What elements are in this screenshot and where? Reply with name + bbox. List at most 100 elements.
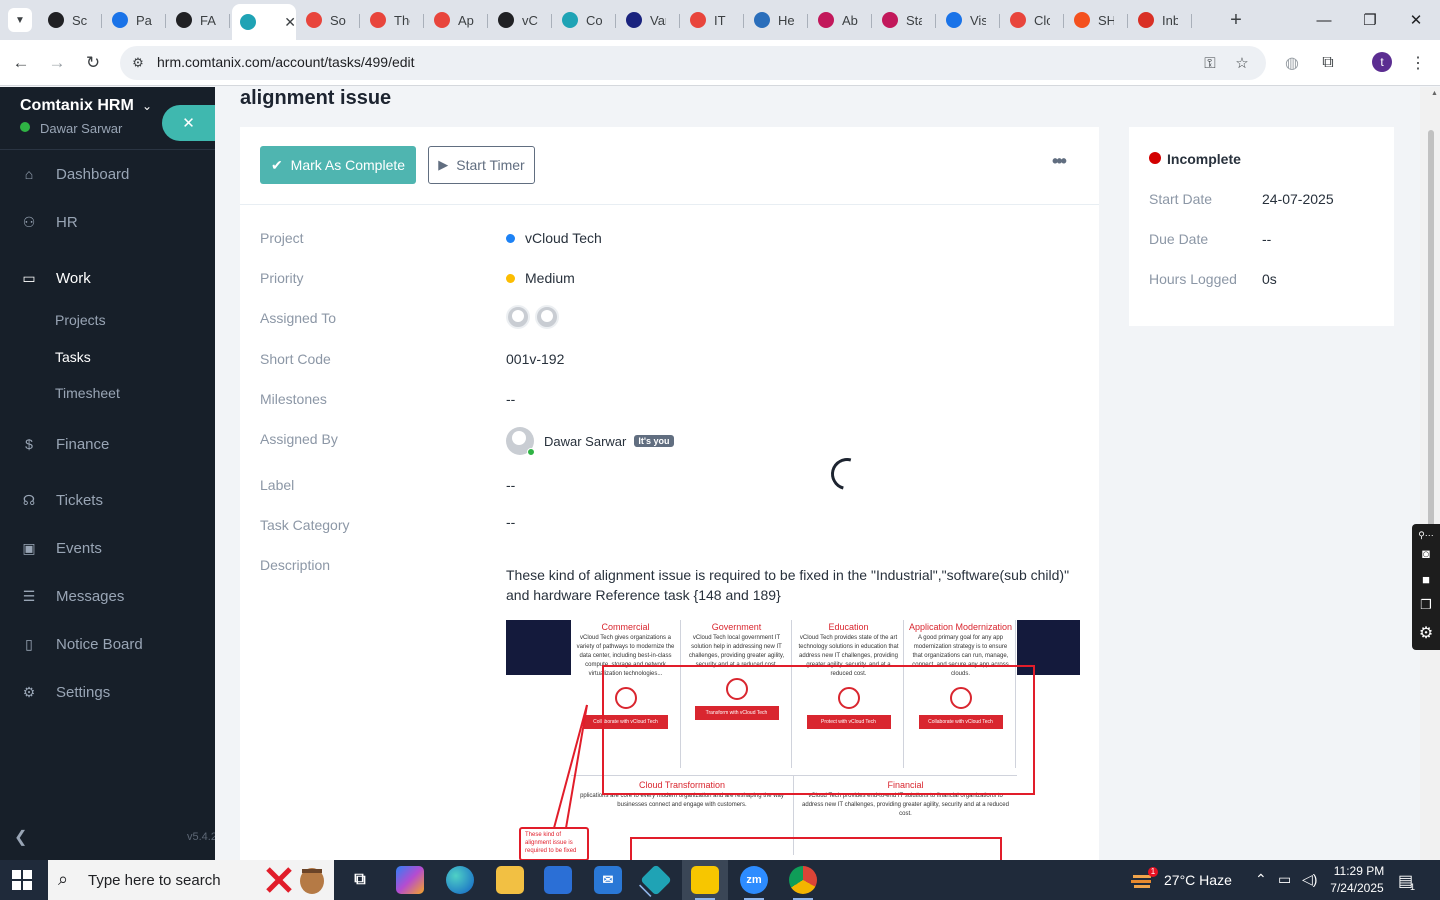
microsoft-store-icon[interactable] bbox=[544, 866, 572, 894]
tab-title: Clo bbox=[1034, 12, 1050, 28]
start-date-value: 24-07-2025 bbox=[1262, 191, 1334, 207]
sidebar-item-dashboard[interactable]: ⌂ Dashboard bbox=[0, 159, 215, 189]
sticky-notes-icon[interactable] bbox=[691, 866, 719, 900]
sidebar-subitem-projects[interactable]: Projects bbox=[55, 312, 106, 328]
browser-tab[interactable]: Visi bbox=[938, 6, 1000, 34]
browser-tab[interactable]: App bbox=[426, 6, 488, 34]
extensions-icon[interactable]: ⧉ bbox=[1316, 51, 1340, 75]
bookmark-star-icon[interactable]: ☆ bbox=[1232, 53, 1252, 73]
sidebar-close-button[interactable]: ✕ bbox=[162, 105, 215, 141]
browser-tab[interactable]: Stat bbox=[874, 6, 936, 34]
sidebar-item-finance[interactable]: $ Finance bbox=[0, 429, 215, 459]
video-camera-icon[interactable]: ■ bbox=[1417, 570, 1435, 588]
avatar[interactable] bbox=[506, 305, 530, 329]
start-timer-button[interactable]: ▶ Start Timer bbox=[428, 146, 535, 184]
project-value[interactable]: vCloud Tech bbox=[506, 230, 602, 246]
file-explorer-icon[interactable] bbox=[496, 866, 524, 894]
assigned-by-label: Assigned By bbox=[260, 431, 338, 447]
description-screenshot-image[interactable]: Commercial vCloud Tech gives organizatio… bbox=[506, 620, 1080, 860]
volume-icon[interactable]: ◁) bbox=[1302, 871, 1317, 888]
translate-icon[interactable]: ◍ bbox=[1280, 51, 1304, 75]
browser-tab[interactable]: FAC bbox=[168, 6, 230, 34]
kite-app-icon[interactable] bbox=[640, 864, 672, 896]
site-info-icon[interactable]: ⚙ bbox=[128, 53, 148, 73]
tab-title: Hei bbox=[778, 12, 794, 28]
sidebar-item-work[interactable]: ▭ Work bbox=[0, 263, 215, 293]
priority-color-dot bbox=[506, 273, 515, 283]
browser-tab[interactable]: Sof bbox=[298, 6, 360, 34]
sidebar-item-hr[interactable]: ⚇ HR bbox=[0, 207, 215, 237]
reload-button[interactable]: ↻ bbox=[80, 50, 106, 76]
url-text[interactable]: hrm.comtanix.com/account/tasks/499/edit bbox=[157, 54, 415, 70]
browser-tab[interactable]: The bbox=[362, 6, 424, 34]
close-tab-icon[interactable]: ✕ bbox=[284, 14, 296, 31]
password-key-icon[interactable]: ⚿ bbox=[1200, 53, 1220, 73]
windows-icon[interactable]: ❐ bbox=[1417, 596, 1435, 614]
menu-kebab-icon[interactable]: ⋮ bbox=[1406, 51, 1430, 75]
mail-icon[interactable]: ✉ bbox=[594, 866, 622, 894]
chevron-down-icon[interactable]: ⌄ bbox=[142, 99, 152, 113]
tab-title: vCl bbox=[522, 12, 538, 28]
browser-tab[interactable]: Hei bbox=[746, 6, 808, 34]
sidebar-item-settings[interactable]: ⚙ Settings bbox=[0, 677, 215, 707]
sidebar-item-events[interactable]: ▣ Events bbox=[0, 533, 215, 563]
address-bar[interactable]: ⚙ hrm.comtanix.com/account/tasks/499/edi… bbox=[120, 46, 1266, 80]
sidebar-subitem-tasks[interactable]: Tasks bbox=[55, 349, 91, 365]
browser-tab[interactable]: IT I bbox=[682, 6, 744, 34]
link-icon[interactable]: ⚲⋯ bbox=[1417, 526, 1435, 544]
task-details-card: ✔ Mark As Complete ▶ Start Timer ••• Pro… bbox=[240, 127, 1099, 860]
chrome-icon[interactable] bbox=[789, 866, 817, 900]
restore-button[interactable]: ❐ bbox=[1358, 8, 1382, 32]
browser-tab[interactable]: Abc bbox=[810, 6, 872, 34]
priority-label: Priority bbox=[260, 270, 304, 286]
new-tab-button[interactable]: + bbox=[1224, 8, 1248, 32]
browser-tab[interactable]: SHI bbox=[1066, 6, 1128, 34]
browser-tab[interactable]: ✕ bbox=[232, 4, 296, 40]
edge-browser-icon[interactable] bbox=[446, 866, 474, 894]
zoom-icon[interactable]: zm bbox=[740, 866, 768, 900]
browser-tab[interactable]: Pag bbox=[104, 6, 166, 34]
weather-text[interactable]: 27°C Haze bbox=[1164, 872, 1232, 888]
sidebar-item-notice-board[interactable]: ▯ Notice Board bbox=[0, 629, 215, 659]
show-hidden-icons-chevron[interactable]: ⌃ bbox=[1255, 871, 1267, 888]
browser-tab[interactable]: Scr bbox=[40, 6, 102, 34]
scroll-up-arrow[interactable]: ▲ bbox=[1431, 90, 1438, 97]
network-icon[interactable]: ▭ bbox=[1278, 871, 1291, 888]
camera-icon[interactable]: ◙ bbox=[1417, 544, 1435, 562]
browser-tab[interactable]: vCl bbox=[490, 6, 552, 34]
tab-title: Pag bbox=[136, 12, 152, 28]
sidebar-user-name: Dawar Sarwar bbox=[40, 121, 123, 136]
clock-date[interactable]: 7/24/2025 bbox=[1327, 881, 1387, 895]
brand-name[interactable]: Comtanix HRM bbox=[20, 97, 134, 115]
forward-button[interactable]: → bbox=[44, 50, 70, 76]
clock-time[interactable]: 11:29 PM bbox=[1331, 864, 1387, 878]
browser-tab[interactable]: Inb bbox=[1130, 6, 1192, 34]
windows-start-icon[interactable] bbox=[12, 870, 34, 890]
browser-tab[interactable]: Cor bbox=[554, 6, 616, 34]
profile-avatar[interactable]: t bbox=[1372, 52, 1392, 72]
assigned-by-value[interactable]: Dawar Sarwar It's you bbox=[506, 427, 674, 456]
browser-tab[interactable]: Clo bbox=[1002, 6, 1064, 34]
mark-as-complete-button[interactable]: ✔ Mark As Complete bbox=[260, 146, 416, 184]
tab-search-button[interactable]: ▼ bbox=[8, 8, 32, 32]
tab-separator bbox=[101, 14, 102, 28]
task-category-value: -- bbox=[506, 514, 516, 530]
collapse-sidebar-icon[interactable]: ❮ bbox=[14, 827, 27, 847]
browser-tab[interactable]: Vari bbox=[618, 6, 680, 34]
copilot-icon[interactable] bbox=[396, 866, 424, 894]
sidebar-item-messages[interactable]: ☰ Messages bbox=[0, 581, 215, 611]
tab-separator bbox=[423, 14, 424, 28]
avatar[interactable] bbox=[535, 305, 559, 329]
sidebar-item-tickets[interactable]: ☊ Tickets bbox=[0, 485, 215, 515]
gear-icon[interactable]: ⚙ bbox=[1417, 624, 1435, 642]
taskbar-search-box[interactable]: ⌕ Type here to search bbox=[48, 860, 334, 900]
minimize-button[interactable]: — bbox=[1312, 8, 1336, 32]
close-window-button[interactable]: ✕ bbox=[1404, 8, 1428, 32]
play-icon: ▶ bbox=[438, 157, 449, 172]
milestones-value: -- bbox=[506, 391, 516, 407]
task-view-icon[interactable]: ⧉ bbox=[346, 866, 374, 894]
sidebar-subitem-timesheet[interactable]: Timesheet bbox=[55, 385, 120, 401]
more-options-icon[interactable]: ••• bbox=[1052, 151, 1067, 172]
description-label: Description bbox=[260, 557, 331, 573]
back-button[interactable]: ← bbox=[8, 50, 34, 76]
